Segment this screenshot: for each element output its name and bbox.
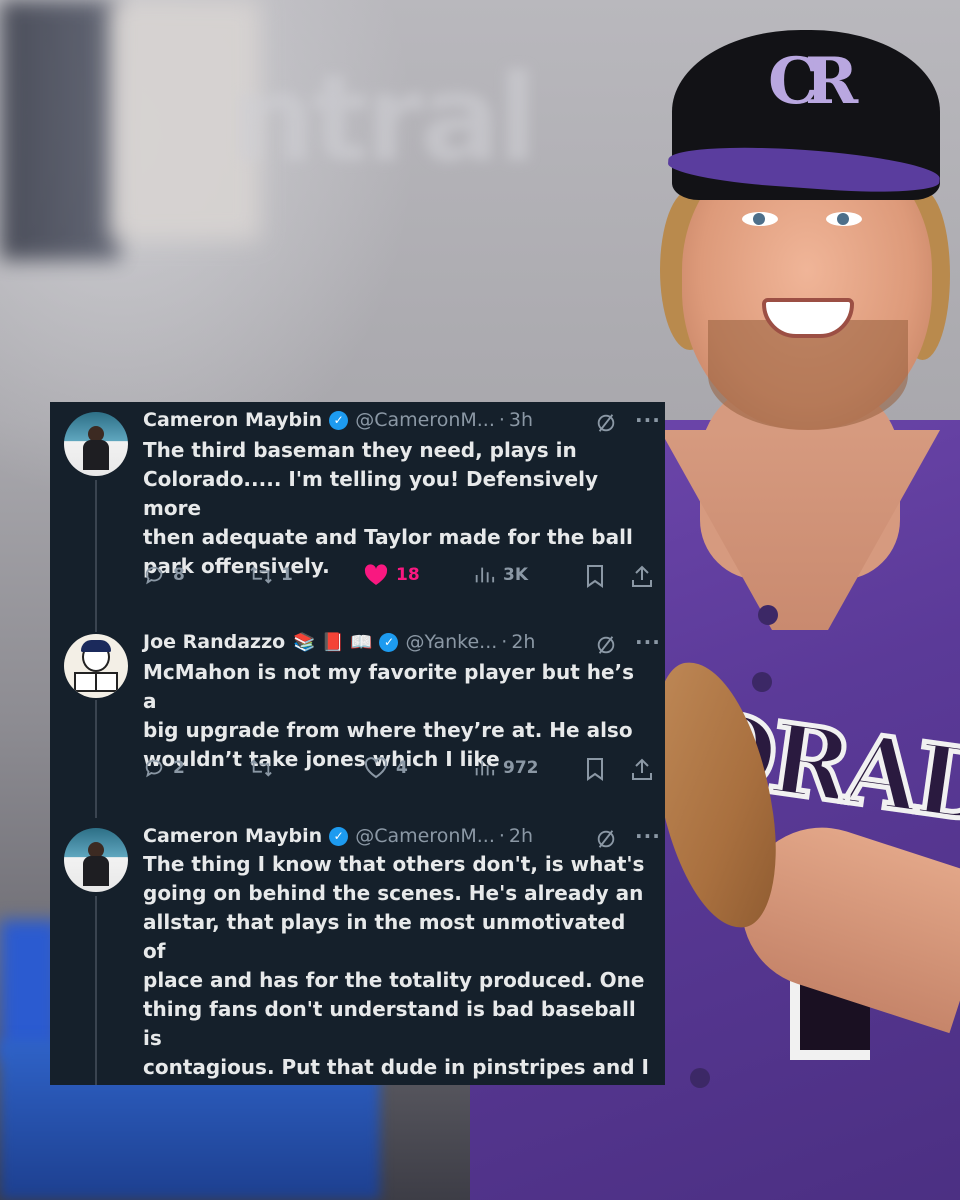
display-name[interactable]: Cameron Maybin: [143, 409, 322, 431]
timestamp[interactable]: 2h: [511, 631, 535, 653]
views-chart-icon: [475, 567, 495, 583]
tweet-header: Cameron Maybin ✓ @CameronM... · 3h: [143, 406, 533, 434]
bookmark-button[interactable]: [585, 564, 605, 588]
verified-badge-icon: ✓: [379, 632, 399, 652]
view-count: 3K: [503, 565, 529, 585]
grok-icon[interactable]: [595, 828, 617, 850]
user-handle[interactable]: @CameronM...: [355, 825, 495, 847]
views-button[interactable]: 972: [473, 757, 539, 779]
name-emojis: 📚 📕 📖: [293, 632, 372, 653]
repost-icon: [250, 759, 272, 777]
display-name[interactable]: Cameron Maybin: [143, 825, 322, 847]
tweet-header: Cameron Maybin ✓ @CameronM... · 2h: [143, 822, 533, 850]
bookmark-icon: [587, 565, 603, 588]
verified-badge-icon: ✓: [329, 826, 349, 846]
bookmark-icon: [587, 758, 603, 781]
repost-icon: [250, 566, 272, 584]
verified-badge-icon: ✓: [329, 410, 349, 430]
jersey-button: [690, 1068, 710, 1088]
more-options-icon[interactable]: ···: [635, 408, 661, 432]
more-options-icon[interactable]: ···: [635, 630, 661, 654]
cap-logo: CR: [768, 44, 858, 119]
timestamp[interactable]: 3h: [509, 409, 533, 431]
user-handle[interactable]: @CameronM...: [355, 409, 495, 431]
share-button[interactable]: [631, 757, 653, 781]
open-book-emoji: 📖: [350, 631, 373, 653]
heart-filled-icon: [364, 564, 388, 585]
tweet-text: The thing I know that others don't, is w…: [143, 852, 649, 1085]
grok-icon[interactable]: [595, 412, 617, 434]
more-options-icon[interactable]: ···: [635, 824, 661, 848]
like-button[interactable]: 4: [364, 757, 408, 779]
repost-button[interactable]: 1: [249, 564, 293, 586]
player-eye: [742, 212, 778, 226]
views-button[interactable]: 3K: [473, 564, 528, 586]
timestamp[interactable]: 2h: [509, 825, 533, 847]
blurred-wall-lettering: ntral: [230, 50, 538, 189]
reply-button[interactable]: 8: [143, 564, 185, 586]
tweet[interactable]: Joe Randazzo 📚 📕 📖 ✓ @Yanke... · 2h ··· …: [50, 624, 665, 824]
reply-icon: [145, 566, 163, 585]
player-eye: [826, 212, 862, 226]
tweet-actions: 8 1 18 3K: [143, 564, 655, 590]
views-chart-icon: [475, 760, 495, 776]
avatar[interactable]: [64, 412, 128, 476]
tweet-actions: 2 4 972: [143, 757, 655, 783]
separator: ·: [498, 825, 505, 847]
repost-button[interactable]: [249, 757, 281, 779]
jersey-button: [752, 672, 772, 692]
tweet-header: Joe Randazzo 📚 📕 📖 ✓ @Yanke... · 2h: [143, 628, 535, 656]
reply-icon: [145, 759, 163, 778]
avatar[interactable]: [64, 828, 128, 892]
bookmark-button[interactable]: [585, 757, 605, 781]
blurred-banner-dark: [0, 0, 120, 260]
heart-outline-icon: [364, 757, 388, 779]
tweet[interactable]: Cameron Maybin ✓ @CameronM... · 3h ··· T…: [50, 402, 665, 622]
books-emoji: 📚: [293, 631, 316, 653]
user-handle[interactable]: @Yanke...: [405, 631, 497, 653]
avatar[interactable]: [64, 634, 128, 698]
tweet-text: The third baseman they need, plays in Co…: [143, 438, 633, 578]
red-book-emoji: 📕: [321, 631, 345, 653]
grok-icon[interactable]: [595, 634, 617, 656]
reply-button[interactable]: 2: [143, 757, 185, 779]
tweet[interactable]: Cameron Maybin ✓ @CameronM... · 2h ··· T…: [50, 818, 665, 1085]
reply-count: 8: [173, 565, 185, 585]
reply-count: 2: [173, 758, 185, 778]
tweet-thread-card: Cameron Maybin ✓ @CameronM... · 3h ··· T…: [50, 402, 665, 1085]
jersey-button: [758, 605, 778, 625]
separator: ·: [498, 409, 505, 431]
repost-count: 1: [281, 565, 293, 585]
like-count: 4: [396, 758, 408, 778]
display-name[interactable]: Joe Randazzo: [143, 631, 285, 653]
view-count: 972: [503, 758, 539, 778]
like-count: 18: [396, 565, 420, 585]
like-button[interactable]: 18: [364, 564, 420, 586]
share-icon: [632, 565, 652, 587]
share-button[interactable]: [631, 564, 653, 588]
separator: ·: [501, 631, 508, 653]
share-icon: [632, 758, 652, 780]
